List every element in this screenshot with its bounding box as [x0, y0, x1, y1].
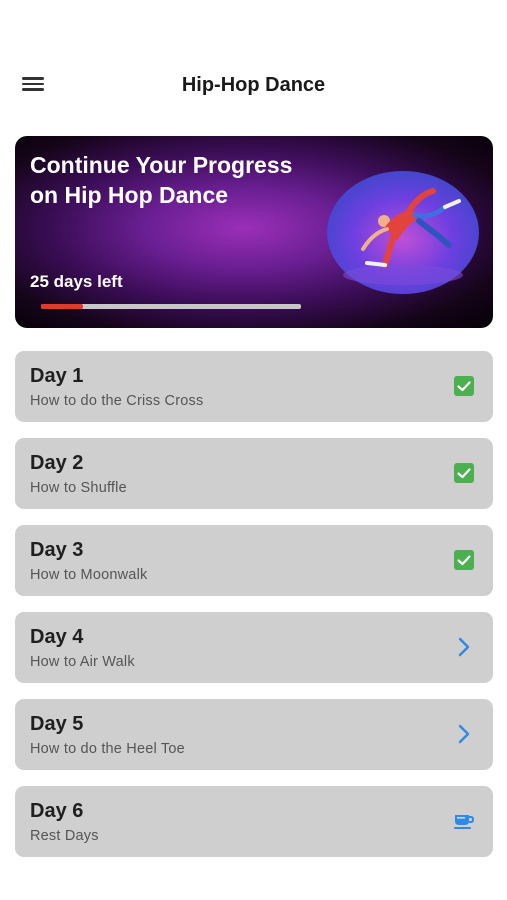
day-card[interactable]: Day 2 How to Shuffle — [15, 438, 493, 509]
day-subtitle: How to Air Walk — [30, 654, 135, 670]
day-card[interactable]: Day 3 How to Moonwalk — [15, 525, 493, 596]
chevron-right-icon[interactable] — [453, 723, 475, 745]
day-title: Day 6 — [30, 800, 84, 822]
hero-title: Continue Your Progress on Hip Hop Dance — [30, 152, 293, 208]
day-subtitle: How to Shuffle — [30, 480, 127, 496]
app-header: Hip-Hop Dance — [0, 62, 507, 108]
breakdancer-photo — [327, 171, 479, 294]
days-left-label: 25 days left — [30, 272, 123, 291]
day-title: Day 4 — [30, 626, 84, 648]
progress-bar — [41, 304, 301, 309]
day-title: Day 1 — [30, 365, 84, 387]
day-title: Day 3 — [30, 539, 84, 561]
day-title: Day 5 — [30, 713, 84, 735]
checkbox-checked-icon — [453, 549, 475, 571]
day-subtitle: Rest Days — [30, 828, 99, 844]
day-card[interactable]: Day 1 How to do the Criss Cross — [15, 351, 493, 422]
page-title: Hip-Hop Dance — [181, 74, 326, 96]
checkbox-checked-icon — [453, 375, 475, 397]
day-subtitle: How to do the Criss Cross — [30, 393, 204, 409]
continue-progress-card[interactable]: Continue Your Progress on Hip Hop Dance … — [15, 136, 493, 328]
checkbox-checked-icon — [453, 462, 475, 484]
chevron-right-icon[interactable] — [453, 636, 475, 658]
day-card[interactable]: Day 4 How to Air Walk — [15, 612, 493, 683]
day-subtitle: How to Moonwalk — [30, 567, 148, 583]
day-card[interactable]: Day 5 How to do the Heel Toe — [15, 699, 493, 770]
progress-bar-fill — [41, 304, 83, 309]
day-title: Day 2 — [30, 452, 84, 474]
day-subtitle: How to do the Heel Toe — [30, 741, 185, 757]
coffee-cup-icon — [453, 810, 475, 832]
day-card[interactable]: Day 6 Rest Days — [15, 786, 493, 857]
